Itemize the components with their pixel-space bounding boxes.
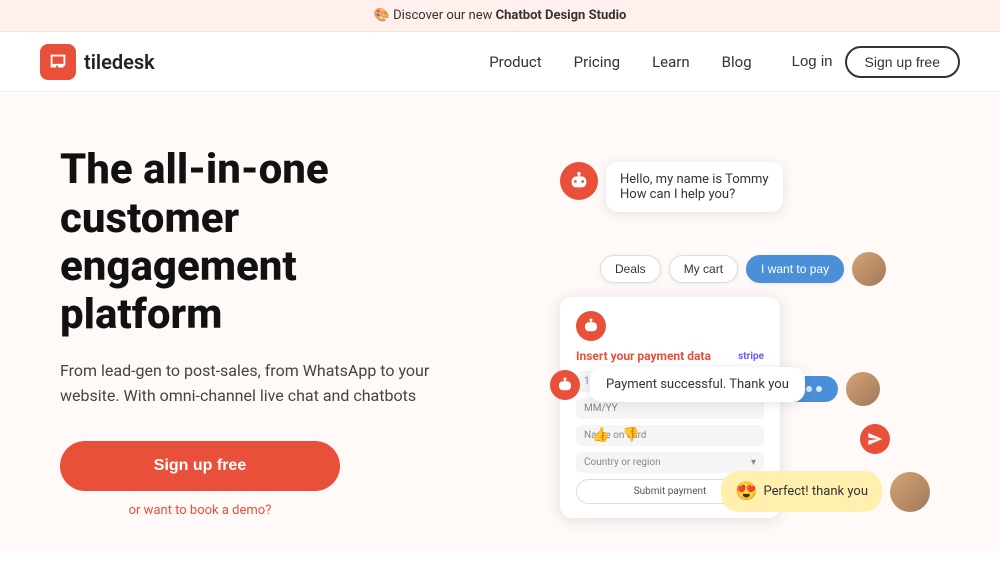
thumbs-down-icon[interactable]: 👎 bbox=[620, 424, 642, 446]
logo-icon bbox=[40, 44, 76, 80]
login-button[interactable]: Log in bbox=[792, 53, 833, 70]
nav-pricing[interactable]: Pricing bbox=[574, 53, 620, 71]
quick-reply-pay[interactable]: I want to pay bbox=[746, 255, 844, 283]
bot-icon bbox=[568, 170, 590, 192]
user-avatar-1 bbox=[852, 252, 886, 286]
final-message: 😍 Perfect! thank you bbox=[721, 471, 930, 512]
send-icon bbox=[867, 431, 883, 447]
payment-bot-avatar bbox=[576, 311, 606, 341]
country-placeholder: Country or region bbox=[584, 457, 661, 468]
payment-title: Insert your payment data bbox=[576, 349, 711, 363]
greeting-text: Hello, my name is Tommy How can I help y… bbox=[620, 172, 769, 202]
header-actions: Log in Sign up free bbox=[792, 46, 960, 78]
user-avatar-3 bbox=[890, 472, 930, 512]
success-bubble: Payment successful. Thank you bbox=[590, 367, 805, 402]
final-msg-bubble: 😍 Perfect! thank you bbox=[721, 471, 882, 512]
payment-card-header: Insert your payment data stripe bbox=[576, 349, 764, 363]
success-bot-avatar bbox=[550, 370, 580, 400]
announcement-bold: Chatbot Design Studio bbox=[496, 8, 627, 23]
demo-link[interactable]: or want to book a demo? bbox=[60, 503, 340, 518]
emoji-icon: 😍 bbox=[735, 481, 757, 502]
hero-subtitle: From lead-gen to post-sales, from WhatsA… bbox=[60, 358, 460, 409]
logo[interactable]: tiledesk bbox=[40, 44, 155, 80]
nav-product[interactable]: Product bbox=[489, 53, 541, 71]
announcement-bar: 🎨 Discover our new Chatbot Design Studio bbox=[0, 0, 1000, 32]
announcement-icon: 🎨 bbox=[374, 8, 390, 23]
quick-reply-cart[interactable]: My cart bbox=[669, 255, 738, 283]
header: tiledesk Product Pricing Learn Blog Log … bbox=[0, 32, 1000, 92]
signup-header-button[interactable]: Sign up free bbox=[845, 46, 961, 78]
stripe-badge: stripe bbox=[738, 351, 764, 362]
action-icons: 👍 👎 bbox=[590, 424, 642, 446]
dot-2 bbox=[806, 386, 812, 392]
greeting-bubble: Hello, my name is Tommy How can I help y… bbox=[606, 162, 783, 212]
final-msg-text: Perfect! thank you bbox=[763, 484, 868, 499]
announcement-prefix: Discover our new bbox=[393, 8, 496, 23]
quick-replies: Deals My cart I want to pay bbox=[600, 252, 886, 286]
hero-signup-button[interactable]: Sign up free bbox=[60, 441, 340, 491]
thumbs-up-icon[interactable]: 👍 bbox=[590, 424, 612, 446]
dot-3 bbox=[816, 386, 822, 392]
bot-greeting: Hello, my name is Tommy How can I help y… bbox=[560, 162, 783, 212]
nav-learn[interactable]: Learn bbox=[652, 53, 690, 71]
success-bot-icon bbox=[556, 376, 574, 394]
hero-title: The all-in-one customer engagement platf… bbox=[60, 146, 460, 339]
hero-section: The all-in-one customer engagement platf… bbox=[0, 92, 1000, 552]
payment-bot-icon bbox=[582, 317, 600, 335]
nav-blog[interactable]: Blog bbox=[722, 53, 752, 71]
hero-illustration: Hello, my name is Tommy How can I help y… bbox=[500, 142, 940, 522]
hero-left: The all-in-one customer engagement platf… bbox=[60, 146, 500, 517]
chat-ui: Hello, my name is Tommy How can I help y… bbox=[500, 142, 940, 522]
expiry-placeholder: MM/YY bbox=[584, 403, 618, 414]
payment-success: Payment successful. Thank you bbox=[550, 367, 805, 402]
user-avatar-2 bbox=[846, 372, 880, 406]
bot-avatar bbox=[560, 162, 598, 200]
dropdown-icon: ▾ bbox=[751, 457, 756, 468]
logo-text: tiledesk bbox=[84, 50, 155, 74]
quick-reply-deals[interactable]: Deals bbox=[600, 255, 661, 283]
success-text: Payment successful. Thank you bbox=[606, 377, 789, 392]
logo-svg bbox=[47, 51, 69, 73]
send-button[interactable] bbox=[860, 424, 890, 454]
country-field[interactable]: Country or region ▾ bbox=[576, 452, 764, 473]
main-nav: Product Pricing Learn Blog bbox=[489, 53, 751, 71]
